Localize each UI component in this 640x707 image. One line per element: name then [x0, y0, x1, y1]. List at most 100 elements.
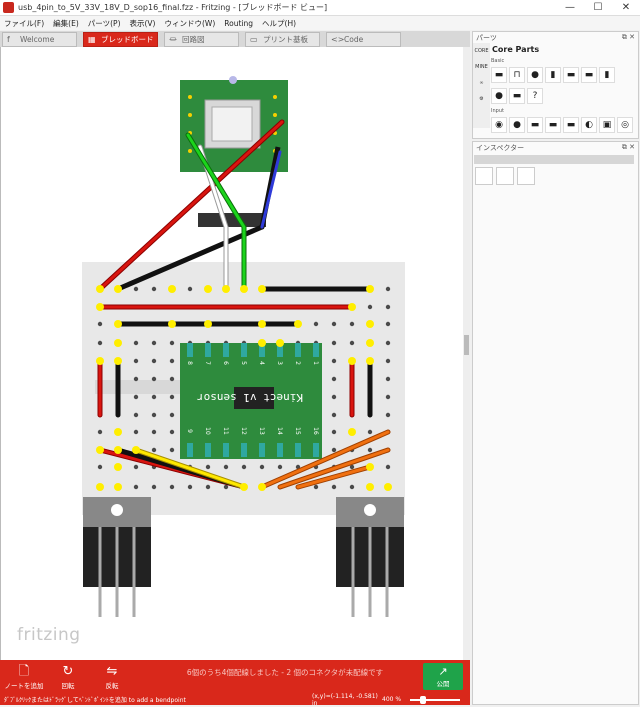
diode-icon[interactable]: ▬: [581, 67, 597, 83]
inductor-icon[interactable]: ▬: [563, 67, 579, 83]
ic-icon[interactable]: ▬: [509, 88, 525, 104]
connection-dot: [114, 357, 122, 365]
breadboard-hole: [259, 464, 265, 470]
fritzing-logo: fritzing: [17, 625, 81, 645]
breadboard-hole: [169, 340, 175, 346]
share-button[interactable]: ↗ 公開: [423, 663, 463, 690]
tab-core[interactable]: CORE: [473, 43, 490, 59]
minimize-button[interactable]: —: [556, 0, 584, 16]
scrollbar-thumb[interactable]: [464, 335, 469, 355]
breadboard-hole: [133, 464, 139, 470]
pcb-pin: [259, 443, 265, 457]
menu-view[interactable]: 表示(V): [130, 18, 156, 29]
menu-parts[interactable]: パーツ(P): [88, 18, 121, 29]
mystery-part-icon[interactable]: ?: [527, 88, 543, 104]
resistor-icon[interactable]: ▬: [491, 67, 507, 83]
circuit-drawing[interactable]: Kinect v1 sensor 8 9 7 10 6 11 5 12 4 13 3 14 2 15 1 16: [0, 47, 463, 660]
sensor-icon[interactable]: ▣: [599, 117, 615, 133]
pin-label: 5: [240, 361, 247, 365]
breadboard-hole: [313, 484, 319, 490]
connection-dot: [348, 428, 356, 436]
breadboard-hole: [133, 394, 139, 400]
tab-code[interactable]: <> Code: [326, 32, 401, 47]
connection-dot: [114, 463, 122, 471]
pcb-pin: [223, 343, 229, 357]
fet-icon[interactable]: ●: [491, 88, 507, 104]
close-button[interactable]: ✕: [612, 0, 640, 16]
capacitor-icon[interactable]: ⊓: [509, 67, 525, 83]
breadboard-hole: [151, 394, 157, 400]
breadboard-hole: [133, 429, 139, 435]
breadboard-hole: [169, 412, 175, 418]
connection-dot: [168, 320, 176, 328]
breadboard-hole: [241, 464, 247, 470]
breadboard-hole: [331, 376, 337, 382]
pin-label: 8: [186, 361, 193, 365]
piezo-icon[interactable]: ◐: [581, 117, 597, 133]
zoom-slider[interactable]: [410, 695, 460, 704]
sensor-label: Kinect v1 sensor: [197, 391, 303, 404]
breadboard-hole: [205, 464, 211, 470]
add-note-button[interactable]: 🗋 ノートを追加: [4, 664, 44, 690]
transistor-icon[interactable]: ▮: [599, 67, 615, 83]
breadboard-hole: [97, 429, 103, 435]
inspector-view-pcb: [517, 167, 535, 185]
breadboard-hole: [187, 484, 193, 490]
pin-label: 13: [258, 427, 265, 435]
button-icon[interactable]: ▬: [563, 117, 579, 133]
connection-dot: [366, 463, 374, 471]
tab-schematic[interactable]: ⏛ 回路図: [164, 32, 239, 47]
breadboard-channel: [95, 380, 185, 394]
menu-routing[interactable]: Routing: [224, 19, 253, 28]
tab-settings[interactable]: ⚙: [473, 91, 490, 107]
switch-icon[interactable]: ▬: [545, 117, 561, 133]
connection-dot: [258, 339, 266, 347]
rotate-button[interactable]: ↻ 回転: [48, 664, 88, 690]
breadboard-hole: [133, 484, 139, 490]
voltage-regulator-left[interactable]: [83, 497, 151, 617]
connection-dot: [348, 357, 356, 365]
maximize-button[interactable]: ☐: [584, 0, 612, 16]
tab-pcb[interactable]: ▭ プリント基板: [245, 32, 320, 47]
breadboard-hole: [385, 358, 391, 364]
tab-welcome[interactable]: f Welcome: [2, 32, 77, 47]
ceramic-cap-icon[interactable]: ●: [527, 67, 543, 83]
tab-mine[interactable]: MINE: [473, 59, 490, 75]
voltage-regulator-right[interactable]: [336, 497, 404, 617]
electrolytic-cap-icon[interactable]: ▮: [545, 67, 561, 83]
mic-icon[interactable]: ◎: [617, 117, 633, 133]
potentiometer-icon[interactable]: ◉: [491, 117, 507, 133]
pin-label: 2: [294, 361, 301, 365]
inspector-close-icon[interactable]: ⧉ ✕: [622, 143, 635, 152]
slide-pot-icon[interactable]: ▬: [527, 117, 543, 133]
breadboard-hole: [169, 394, 175, 400]
rotary-pot-icon[interactable]: ●: [509, 117, 525, 133]
flip-button[interactable]: ⇋ 反転: [92, 664, 132, 690]
breadboard-hole: [133, 286, 139, 292]
tab-link[interactable]: ∞: [473, 75, 490, 91]
status-hint: ﾀﾞﾌﾞﾙｸﾘｯｸまたはﾄﾞﾗｯｸﾞしてﾍﾞﾝﾄﾞﾎﾟｲﾝﾄを追加 to add…: [4, 697, 186, 704]
connection-dot: [204, 320, 212, 328]
pin-label: 10: [204, 427, 211, 435]
pcb-pin: [313, 443, 319, 457]
parts-row-3: ◉ ● ▬ ▬ ▬ ◐ ▣ ◎: [491, 117, 635, 133]
connection-dot: [366, 483, 374, 491]
menu-window[interactable]: ウィンドウ(W): [164, 18, 215, 29]
inspector-view-schematic: [496, 167, 514, 185]
menu-file[interactable]: ファイル(F): [4, 18, 44, 29]
connection-dot: [366, 339, 374, 347]
pcb-pin: [241, 343, 247, 357]
pin-header: [198, 213, 266, 227]
menu-help[interactable]: ヘルプ(H): [262, 18, 296, 29]
tab-breadboard[interactable]: ▦ ブレッドボード: [83, 32, 158, 47]
pcb-icon: ▭: [250, 35, 258, 44]
connection-dot: [132, 446, 140, 454]
menu-edit[interactable]: 編集(E): [53, 18, 79, 29]
pin-label: 12: [240, 427, 247, 435]
pcb-pin: [277, 443, 283, 457]
pin-label: 4: [258, 361, 265, 365]
panel-close-icon[interactable]: ⧉ ✕: [622, 33, 635, 42]
breadboard-hole: [331, 394, 337, 400]
connection-dot: [114, 446, 122, 454]
connection-dot: [96, 357, 104, 365]
